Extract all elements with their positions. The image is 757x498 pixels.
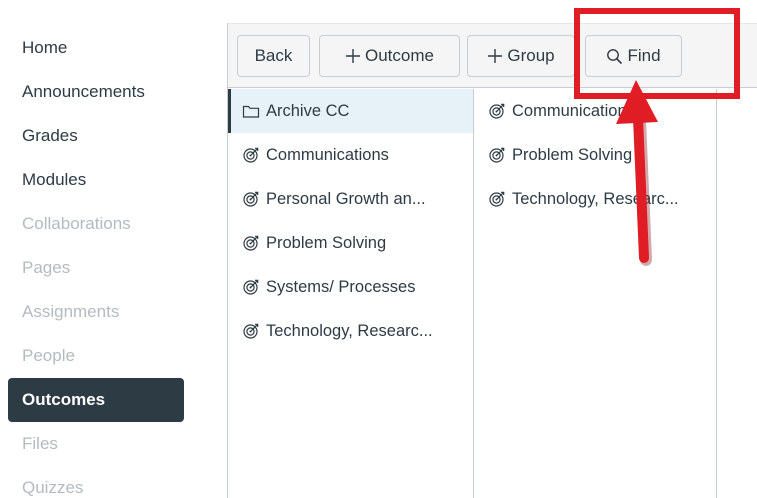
- outcome-icon: [242, 278, 260, 296]
- list-item-label: Communications: [266, 145, 389, 164]
- add-outcome-button[interactable]: Outcome: [319, 35, 460, 77]
- nav-item-pages[interactable]: Pages: [8, 246, 184, 290]
- add-outcome-label: Outcome: [365, 46, 434, 65]
- list-item-label: Problem Solving: [266, 233, 387, 252]
- plus-icon: [487, 48, 503, 64]
- nav-item-assignments[interactable]: Assignments: [8, 290, 184, 334]
- outcome-icon: [488, 190, 506, 208]
- outcome-icon: [242, 146, 260, 164]
- nav-item-people[interactable]: People: [8, 334, 184, 378]
- outcome-icon: [488, 102, 506, 120]
- list-item-label: Systems/ Processes: [266, 277, 416, 296]
- nav-item-home[interactable]: Home: [8, 26, 184, 70]
- outcome-icon: [488, 146, 506, 164]
- outcome-item-systems-processes[interactable]: Systems/ Processes: [228, 265, 473, 309]
- outcome-item-problem-solving[interactable]: Problem Solving: [228, 221, 473, 265]
- outcome-icon: [242, 322, 260, 340]
- add-group-label: Group: [507, 46, 555, 65]
- outcome-item-personal-growth[interactable]: Personal Growth an...: [228, 177, 473, 221]
- list-item-label: Technology, Researc...: [266, 321, 433, 340]
- back-button-label: Back: [254, 46, 293, 65]
- list-item-label: Personal Growth an...: [266, 189, 426, 208]
- course-navigation: Home Announcements Grades Modules Collab…: [8, 26, 184, 498]
- nav-item-collaborations[interactable]: Collaborations: [8, 202, 184, 246]
- list-item-label: Archive CC: [266, 101, 350, 120]
- nav-item-modules[interactable]: Modules: [8, 158, 184, 202]
- plus-icon: [345, 48, 361, 64]
- nav-item-announcements[interactable]: Announcements: [8, 70, 184, 114]
- nav-item-grades[interactable]: Grades: [8, 114, 184, 158]
- outcome-item-communications[interactable]: Communications: [228, 133, 473, 177]
- back-button[interactable]: Back: [237, 35, 310, 77]
- nav-item-quizzes[interactable]: Quizzes: [8, 466, 184, 498]
- nav-item-outcomes[interactable]: Outcomes: [8, 378, 184, 422]
- outcome-column-1: Archive CC Communications Personal Growt…: [228, 89, 474, 498]
- nav-item-files[interactable]: Files: [8, 422, 184, 466]
- outcome-item-technology-research[interactable]: Technology, Researc...: [228, 309, 473, 353]
- add-group-button[interactable]: Group: [467, 35, 575, 77]
- outcome-icon: [242, 234, 260, 252]
- outcome-icon: [242, 190, 260, 208]
- folder-icon: [242, 102, 260, 120]
- annotation-arrow-icon: [616, 80, 658, 266]
- outcome-group-archive-cc[interactable]: Archive CC: [228, 89, 473, 133]
- outcome-column-2: Communications Problem Solving Technolog…: [474, 89, 717, 498]
